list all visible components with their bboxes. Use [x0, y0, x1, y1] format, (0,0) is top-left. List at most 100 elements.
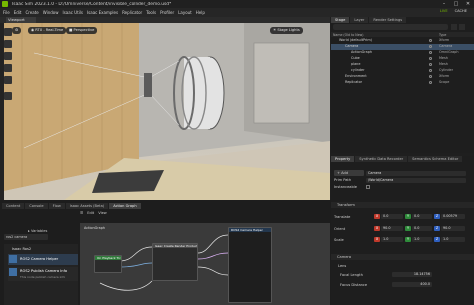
stage-tabs: Stage Layer Render Settings [331, 17, 407, 23]
bottom-tabs: Content Console Flow Isaac Assets (Beta)… [2, 203, 142, 209]
tab-content[interactable]: Content [2, 203, 25, 209]
tab-isaac-assets[interactable]: Isaac Assets (Beta) [65, 203, 109, 209]
menu-help[interactable]: Help [196, 10, 205, 15]
title-bar: Isaac Sim 2023.1.0 - D:/Omniverse/Conten… [0, 0, 474, 8]
tab-render-settings[interactable]: Render Settings [369, 17, 407, 23]
column-name-header[interactable]: Name (Old to New) [333, 33, 364, 37]
list-item[interactable]: ROS2 Camera Helper [8, 254, 78, 265]
viewport[interactable] [4, 23, 330, 200]
menu-tools[interactable]: Tools [146, 10, 156, 15]
visibility-icon[interactable] [429, 63, 432, 67]
render-mode-button[interactable]: ◉ RTX - Real-Time [28, 27, 67, 34]
menu-window[interactable]: Window [43, 10, 59, 15]
add-button[interactable]: + Add [334, 170, 364, 176]
menu-replicator[interactable]: Replicator [122, 10, 142, 15]
tab-action-graph[interactable]: Action Graph [109, 203, 141, 209]
stage-row-camera[interactable]: Camera Camera [331, 44, 474, 50]
cache-button[interactable]: CACHE [455, 9, 467, 13]
translate-x-field[interactable]: 0.0 [381, 214, 403, 219]
node-icon [9, 268, 17, 276]
tab-property[interactable]: Property [331, 156, 355, 162]
menu-create[interactable]: Create [25, 10, 38, 15]
prim-path-field[interactable]: /World/Camera [366, 177, 466, 183]
transform-section-header[interactable]: Transform [331, 202, 474, 208]
stage-search-input[interactable] [333, 24, 448, 30]
focus-distance-label: Focus Distance [340, 283, 368, 287]
viewport-settings-button[interactable]: ⚙ [12, 27, 22, 34]
type-field: Camera [366, 170, 466, 176]
tab-layer[interactable]: Layer [350, 17, 369, 23]
orient-z-field[interactable]: 90.0 [441, 226, 465, 231]
action-graph-canvas[interactable]: ActionGraph On Playback Tick Isaac Creat… [80, 223, 330, 305]
select-tool-icon[interactable] [4, 28, 12, 36]
scale-tool-icon[interactable] [4, 64, 12, 72]
menu-file[interactable]: File [3, 10, 10, 15]
translate-z-field[interactable]: 0.00579 [441, 214, 465, 219]
window-title: Isaac Sim 2023.1.0 - D:/Omniverse/Conten… [12, 1, 172, 7]
orient-y-field[interactable]: 0.0 [412, 226, 432, 231]
stage-row-environment[interactable]: Environment Xform [331, 74, 474, 80]
snap-tool-icon[interactable] [4, 76, 12, 84]
visibility-icon[interactable] [429, 51, 432, 55]
maximize-button[interactable]: □ [450, 0, 462, 8]
menu-isaac-examples[interactable]: Isaac Examples [87, 10, 118, 15]
instanceable-checkbox[interactable] [366, 185, 370, 189]
close-button[interactable]: ✕ [462, 0, 474, 8]
stage-row-replicator[interactable]: Replicator Scope [331, 80, 474, 86]
y-axis-badge: Y [405, 214, 411, 219]
camera-button[interactable]: ■ Perspective [66, 27, 98, 34]
play-tool-icon[interactable] [4, 92, 12, 100]
visibility-icon[interactable] [429, 81, 432, 85]
node-category-isaac-ros2[interactable]: Isaac Ros2 [4, 246, 78, 252]
stage-row-plane[interactable]: plane Mesh [331, 62, 474, 68]
tab-synthetic-data-recorder[interactable]: Synthetic Data Recorder [355, 156, 408, 162]
camera-section-header[interactable]: Camera [331, 254, 474, 260]
live-button[interactable]: LIVE [440, 9, 448, 13]
menu-edit[interactable]: Edit [14, 10, 22, 15]
translate-y-field[interactable]: 0.0 [412, 214, 432, 219]
stage-tree-header: Name (Old to New) Type [331, 32, 474, 37]
visibility-icon[interactable] [429, 69, 432, 73]
visibility-icon[interactable] [429, 75, 432, 79]
visibility-icon[interactable] [429, 39, 432, 43]
focal-length-label: Focal Length [340, 273, 363, 277]
node-icon [9, 255, 17, 263]
z-axis-badge: Z [434, 226, 440, 231]
z-axis-badge: Z [434, 214, 440, 219]
minimize-button[interactable]: – [438, 0, 450, 8]
tab-semantics-schema-editor[interactable]: Semantics Schema Editor [408, 156, 463, 162]
scale-x-field[interactable]: 1.0 [381, 237, 403, 242]
visibility-icon[interactable] [429, 57, 432, 61]
move-tool-icon[interactable] [4, 40, 12, 48]
settings-icon[interactable] [459, 24, 465, 30]
stage-row-world[interactable]: World (defaultPrim) Xform [331, 38, 474, 44]
lens-section-header[interactable]: Lens [338, 264, 346, 268]
stage-row-cube[interactable]: Cube Mesh [331, 56, 474, 62]
list-item[interactable]: ROS2 Publish Camera Info This node publi… [8, 267, 78, 281]
menu-layout[interactable]: Layout [178, 10, 192, 15]
scale-z-field[interactable]: 1.0 [441, 237, 465, 242]
filter-icon[interactable] [451, 24, 457, 30]
stage-row-cylinder[interactable]: cylinder Cylinder [331, 68, 474, 74]
view-menu[interactable]: View [98, 211, 107, 215]
tab-stage[interactable]: Stage [331, 17, 350, 23]
property-tabs: Property Synthetic Data Recorder Semanti… [331, 156, 463, 162]
variables-label: ▸ Variables [28, 229, 48, 233]
rotate-tool-icon[interactable] [4, 52, 12, 60]
menu-profiler[interactable]: Profiler [160, 10, 174, 15]
tab-flow[interactable]: Flow [48, 203, 65, 209]
focal-length-field[interactable]: 18.14756 [392, 272, 432, 277]
edit-menu[interactable]: Edit [87, 211, 94, 215]
graph-menu-icon[interactable]: ☰ [80, 211, 83, 215]
column-type-header[interactable]: Type [439, 33, 446, 37]
node-search-input[interactable]: ros2 camera [4, 234, 48, 240]
tab-console[interactable]: Console [25, 203, 48, 209]
focus-distance-field[interactable]: 400.0 [392, 282, 432, 287]
visibility-icon[interactable] [429, 45, 432, 49]
scale-y-field[interactable]: 1.0 [412, 237, 432, 242]
orient-x-field[interactable]: 90.0 [381, 226, 403, 231]
stage-row-actiongraph[interactable]: ActionGraph OmniGraph [331, 50, 474, 56]
menu-isaac-utils[interactable]: Isaac Utils [63, 10, 83, 15]
lights-button[interactable]: ☀ Stage Lights [270, 27, 303, 34]
orient-label: Orient [334, 227, 346, 231]
